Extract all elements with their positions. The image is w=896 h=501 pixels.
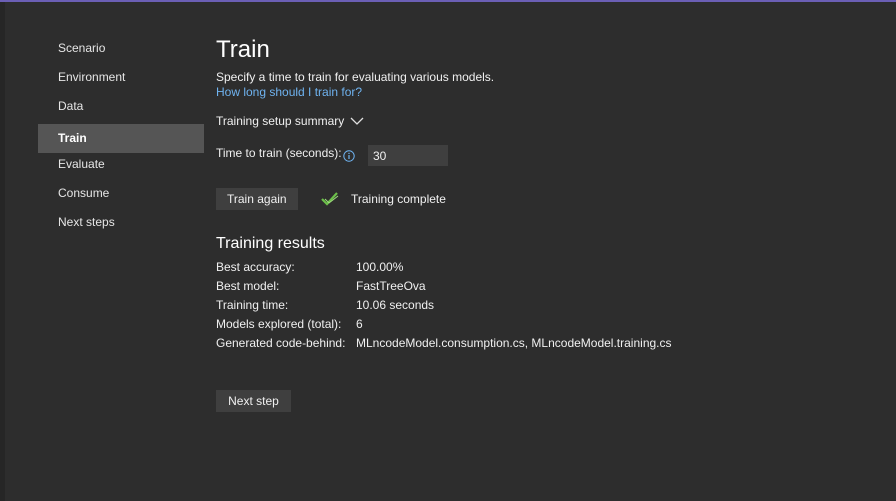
next-step-button[interactable]: Next step xyxy=(216,390,291,412)
training-status-text: Training complete xyxy=(351,192,446,206)
result-row-training-time: Training time: 10.06 seconds xyxy=(216,297,672,316)
sidebar-item-data[interactable]: Data xyxy=(38,95,204,124)
result-value: 100.00% xyxy=(356,260,404,274)
result-value: 10.06 seconds xyxy=(356,298,435,312)
chevron-down-icon xyxy=(350,116,364,126)
sidebar-item-consume[interactable]: Consume xyxy=(38,182,204,211)
sidebar-item-environment[interactable]: Environment xyxy=(38,66,204,95)
training-results-table: Best accuracy: 100.00% Best model: FastT… xyxy=(216,259,672,354)
wizard-sidebar: Scenario Environment Data Train Evaluate… xyxy=(38,37,204,240)
time-to-train-input[interactable] xyxy=(368,145,448,166)
result-key: Best accuracy: xyxy=(216,260,295,274)
result-row-best-model: Best model: FastTreeOva xyxy=(216,278,672,297)
page-subtitle: Specify a time to train for evaluating v… xyxy=(216,70,495,84)
result-value: FastTreeOva xyxy=(356,279,426,293)
result-row-models-explored: Models explored (total): 6 xyxy=(216,316,672,335)
summary-label: Training setup summary xyxy=(216,114,345,128)
result-key: Generated code-behind: xyxy=(216,336,346,350)
window-left-edge xyxy=(0,2,5,501)
training-time-help-link[interactable]: How long should I train for? xyxy=(216,85,362,99)
sidebar-item-scenario[interactable]: Scenario xyxy=(38,37,204,66)
result-row-generated-code-behind: Generated code-behind: MLncodeModel.cons… xyxy=(216,335,672,354)
result-key: Best model: xyxy=(216,279,280,293)
training-setup-summary-toggle[interactable]: Training setup summary xyxy=(216,114,364,128)
sidebar-item-evaluate[interactable]: Evaluate xyxy=(38,153,204,182)
sidebar-item-train[interactable]: Train xyxy=(38,124,204,153)
result-key: Models explored (total): xyxy=(216,317,342,331)
training-results-heading: Training results xyxy=(216,235,325,252)
result-value[interactable]: MLncodeModel.consumption.cs, MLncodeMode… xyxy=(356,335,672,354)
result-value: 6 xyxy=(356,317,363,331)
result-key: Training time: xyxy=(216,298,289,312)
info-icon[interactable] xyxy=(343,150,355,162)
result-row-best-accuracy: Best accuracy: 100.00% xyxy=(216,259,672,278)
sidebar-item-next-steps[interactable]: Next steps xyxy=(38,211,204,240)
page-title: Train xyxy=(216,36,270,63)
train-again-button[interactable]: Train again xyxy=(216,188,298,210)
checkmark-icon xyxy=(320,190,340,208)
time-to-train-label: Time to train (seconds): xyxy=(216,146,342,160)
window-accent-bar xyxy=(0,0,896,2)
